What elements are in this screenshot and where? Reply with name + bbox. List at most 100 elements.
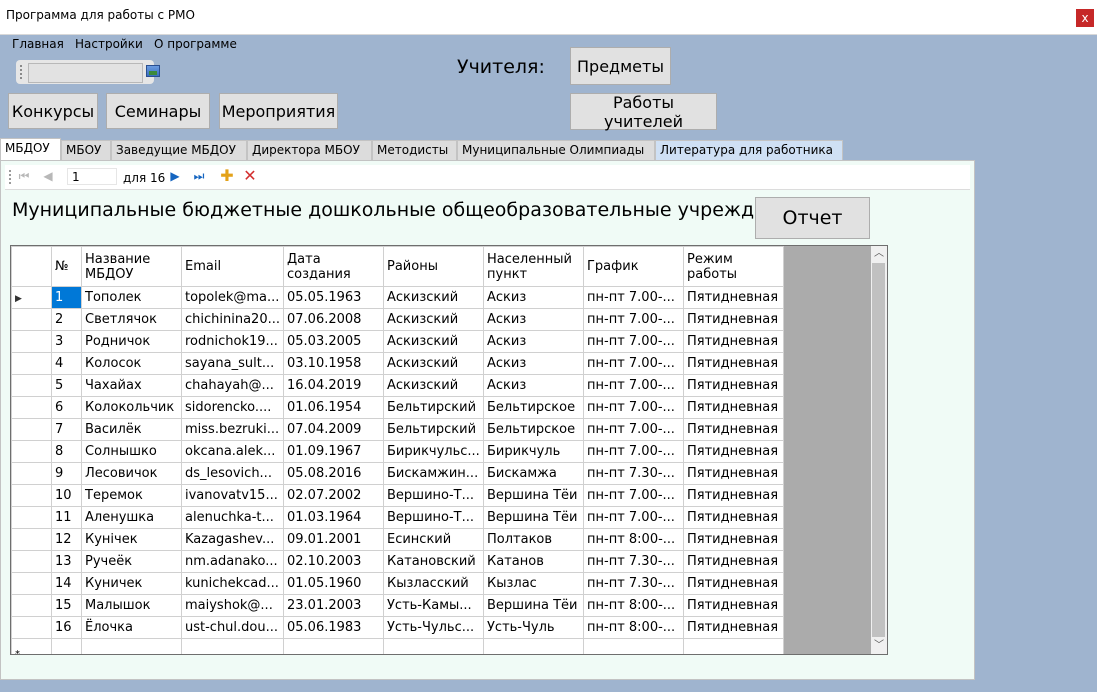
mode-cell[interactable]: Пятидневная [683,594,784,617]
date-cell[interactable]: 01.05.1960 [283,572,384,595]
new-row[interactable]: * [11,638,784,654]
name-cell[interactable]: Малышок [81,594,182,617]
schedule-cell[interactable]: пн-пт 7.00-... [583,396,684,419]
locality-cell[interactable]: Бельтирское [483,396,584,419]
row-number-cell[interactable]: 12 [51,528,82,551]
position-input[interactable]: 1 [67,168,117,185]
row-header[interactable] [11,440,52,463]
row-number-cell[interactable]: 11 [51,506,82,529]
name-cell[interactable]: Василёк [81,418,182,441]
toolstrip-combo[interactable] [28,63,143,83]
mode-cell[interactable]: Пятидневная [683,462,784,485]
row-number-cell[interactable]: 13 [51,550,82,573]
name-cell[interactable]: Лесовичок [81,462,182,485]
tab-heads-mbdou[interactable]: Заведущие МБДОУ [111,140,247,160]
email-cell[interactable]: sidorencko.... [181,396,284,419]
date-cell[interactable]: 01.06.1954 [283,396,384,419]
row-header[interactable] [11,528,52,551]
column-header[interactable]: Название МБДОУ [81,246,182,287]
date-cell[interactable]: 16.04.2019 [283,374,384,397]
date-cell[interactable]: 02.07.2002 [283,484,384,507]
schedule-cell[interactable]: пн-пт 8:00-... [583,528,684,551]
locality-cell[interactable]: Усть-Чуль [483,616,584,639]
email-cell[interactable]: kunichekcad... [181,572,284,595]
table-row[interactable]: 13 Ручеёк nm.adanako... 02.10.2003 Катановск… [11,550,784,573]
column-header[interactable]: Email [181,246,284,287]
row-header[interactable] [11,286,52,309]
mode-cell[interactable]: Пятидневная [683,506,784,529]
locality-cell[interactable]: Вершина Тёи [483,506,584,529]
mode-cell[interactable]: Пятидневная [683,440,784,463]
email-cell[interactable]: ust-chul.dou... [181,616,284,639]
column-header[interactable]: Районы [383,246,484,287]
district-cell[interactable]: Бельтирский [383,418,484,441]
mode-cell[interactable]: Пятидневная [683,330,784,353]
district-cell[interactable]: Бискамжин... [383,462,484,485]
empty-cell[interactable] [683,638,784,654]
district-cell[interactable]: Аскизский [383,374,484,397]
locality-cell[interactable]: Аскиз [483,308,584,331]
empty-cell[interactable] [81,638,182,654]
tab-mbdou[interactable]: МБДОУ [0,138,61,160]
empty-cell[interactable] [181,638,284,654]
tab-olympiads[interactable]: Муниципальные Олимпиады [457,140,655,160]
locality-cell[interactable]: Бискамжа [483,462,584,485]
row-header[interactable] [11,352,52,375]
name-cell[interactable]: Родничок [81,330,182,353]
schedule-cell[interactable]: пн-пт 7.00-... [583,286,684,309]
table-row[interactable]: 11 Аленушка alenuchka-t... 01.03.1964 Вершин… [11,506,784,529]
name-cell[interactable]: Тополек [81,286,182,309]
column-header[interactable]: График [583,246,684,287]
name-cell[interactable]: Колокольчик [81,396,182,419]
schedule-cell[interactable]: пн-пт 7.00-... [583,352,684,375]
table-row[interactable]: 14 Куничек kunichekcad... 01.05.1960 Кызласс… [11,572,784,595]
move-last-icon[interactable]: ⏭ [192,169,206,183]
mode-cell[interactable]: Пятидневная [683,616,784,639]
district-cell[interactable]: Аскизский [383,352,484,375]
email-cell[interactable]: ds_lesovich... [181,462,284,485]
name-cell[interactable]: Светлячок [81,308,182,331]
schedule-cell[interactable]: пн-пт 7.30-... [583,572,684,595]
email-cell[interactable]: chahayah@... [181,374,284,397]
email-cell[interactable]: rodnichok19... [181,330,284,353]
name-cell[interactable]: Куничек [81,572,182,595]
table-row[interactable]: 4 Колосок sayana_sult... 03.10.1958 Аскизски… [11,352,784,375]
district-cell[interactable]: Кызласский [383,572,484,595]
district-cell[interactable]: Аскизский [383,308,484,331]
row-number-cell[interactable]: 5 [51,374,82,397]
row-number-cell[interactable]: 7 [51,418,82,441]
report-button[interactable]: Отчет [755,197,870,239]
column-header[interactable]: Дата создания [283,246,384,287]
mode-cell[interactable]: Пятидневная [683,374,784,397]
schedule-cell[interactable]: пн-пт 7.00-... [583,484,684,507]
district-cell[interactable]: Бельтирский [383,396,484,419]
empty-cell[interactable] [51,638,82,654]
row-header[interactable] [11,572,52,595]
name-cell[interactable]: Чахайах [81,374,182,397]
row-header[interactable] [11,550,52,573]
tab-mbou[interactable]: МБОУ [61,140,111,160]
menu-main[interactable]: Главная [12,37,64,51]
district-cell[interactable]: Аскизский [383,330,484,353]
district-cell[interactable]: Аскизский [383,286,484,309]
email-cell[interactable]: sayana_sult... [181,352,284,375]
mode-cell[interactable]: Пятидневная [683,308,784,331]
empty-cell[interactable] [383,638,484,654]
email-cell[interactable]: alenuchka-t... [181,506,284,529]
table-row[interactable]: 8 Солнышко okcana.alek... 01.09.1967 Бирикчу… [11,440,784,463]
tab-methodists[interactable]: Методисты [372,140,457,160]
grip-handle[interactable] [20,65,25,79]
district-cell[interactable]: Усть-Чульс... [383,616,484,639]
row-header[interactable] [11,308,52,331]
menu-settings[interactable]: Настройки [75,37,143,51]
locality-cell[interactable]: Кызлас [483,572,584,595]
vertical-scrollbar[interactable]: ︿ ﹀ [871,246,887,654]
mode-cell[interactable]: Пятидневная [683,484,784,507]
mode-cell[interactable]: Пятидневная [683,550,784,573]
locality-cell[interactable]: Аскиз [483,374,584,397]
date-cell[interactable]: 07.06.2008 [283,308,384,331]
locality-cell[interactable]: Вершина Тёи [483,484,584,507]
date-cell[interactable]: 09.01.2001 [283,528,384,551]
grip-handle[interactable] [9,170,14,184]
row-number-cell[interactable]: 8 [51,440,82,463]
